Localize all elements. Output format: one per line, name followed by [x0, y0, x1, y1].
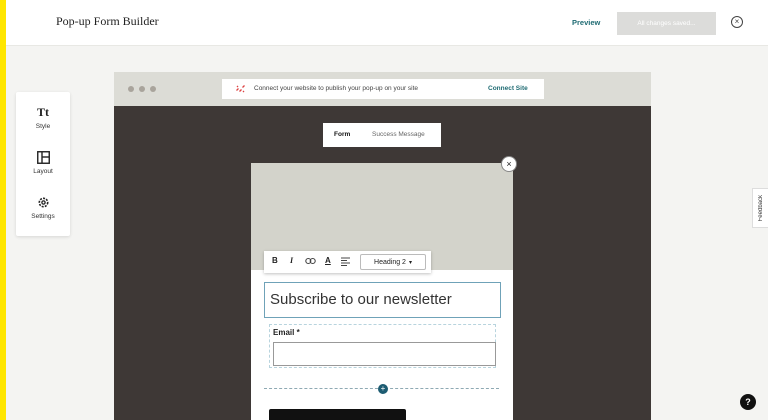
email-field-block: Email * — [269, 324, 496, 368]
text-style-icon: Tt — [37, 104, 49, 119]
chevron-down-icon: ▾ — [408, 259, 412, 266]
window-dot — [150, 86, 156, 92]
tool-layout-label: Layout — [33, 168, 53, 175]
window-dot — [128, 86, 134, 92]
tool-settings-label: Settings — [31, 213, 55, 220]
popup-heading: Subscribe to our newsletter — [270, 291, 452, 308]
tools-panel: Tt Style Layout Settings — [16, 92, 70, 236]
connect-site-link[interactable]: Connect Site — [488, 85, 528, 92]
align-left-icon[interactable] — [341, 257, 350, 268]
app-title: Pop-up Form Builder — [56, 14, 159, 28]
browser-preview: Connect your website to publish your pop… — [114, 72, 651, 420]
form-tabs: Form Success Message — [323, 123, 441, 147]
italic-button[interactable]: I — [290, 256, 293, 265]
tab-form[interactable]: Form — [334, 131, 350, 138]
brand-accent-bar — [0, 0, 6, 420]
email-label: Email * — [273, 328, 300, 337]
subscribe-button[interactable] — [269, 409, 406, 420]
connect-message: Connect your website to publish your pop… — [254, 85, 419, 92]
heading-level-select[interactable]: Heading 2 ▾ — [360, 254, 426, 270]
broken-link-icon — [235, 84, 246, 96]
save-status-button[interactable]: All changes saved... — [617, 12, 716, 35]
tool-style[interactable]: Tt Style — [16, 104, 70, 144]
layout-icon — [36, 149, 50, 165]
window-dot — [139, 86, 145, 92]
heading-editor[interactable]: Subscribe to our newsletter — [264, 282, 501, 318]
add-block-button[interactable]: + — [378, 384, 388, 394]
close-icon[interactable]: × — [731, 16, 743, 28]
email-field[interactable] — [273, 342, 496, 366]
preview-link[interactable]: Preview — [572, 18, 600, 27]
popup-close-button[interactable]: × — [501, 156, 517, 172]
text-format-toolbar: B I A Heading 2 ▾ — [264, 251, 431, 273]
text-color-button[interactable]: A — [325, 256, 331, 265]
connect-site-bar: Connect your website to publish your pop… — [222, 79, 544, 99]
feedback-tab[interactable]: Feedback — [752, 188, 768, 228]
tool-layout[interactable]: Layout — [16, 149, 70, 189]
top-bar: Pop-up Form Builder Preview All changes … — [6, 0, 768, 46]
heading-level-value: Heading 2 — [374, 258, 406, 266]
browser-chrome: Connect your website to publish your pop… — [114, 72, 651, 106]
tool-settings[interactable]: Settings — [16, 194, 70, 234]
gear-icon — [37, 194, 50, 210]
tool-style-label: Style — [35, 123, 51, 130]
tab-success-message[interactable]: Success Message — [372, 131, 425, 138]
link-icon[interactable] — [305, 257, 316, 267]
bold-button[interactable]: B — [272, 256, 278, 265]
help-button[interactable]: ? — [740, 394, 756, 410]
feedback-label: Feedback — [757, 194, 764, 222]
